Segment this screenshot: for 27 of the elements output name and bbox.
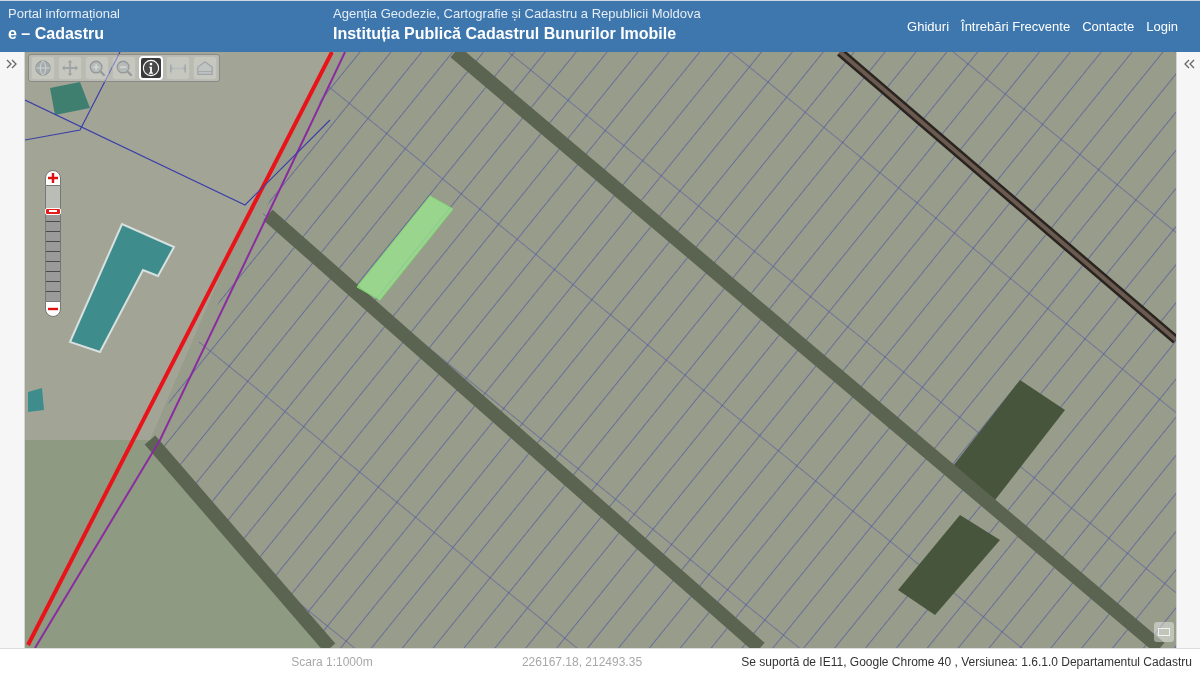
- institution-name: Instituția Publică Cadastrul Bunurilor Imobile: [333, 24, 677, 44]
- building-roof-drawing: [28, 388, 44, 412]
- zoom-out-button[interactable]: [45, 301, 61, 317]
- agency-name: Agenția Geodezie, Cartografie și Cadastru a Republicii Moldova: [333, 6, 701, 22]
- double-chevron-right-icon: [6, 59, 18, 69]
- pan-arrows-icon: [61, 59, 79, 77]
- house-outline-icon: [196, 59, 214, 77]
- portal-label: Portal informațional: [8, 6, 120, 22]
- nav-link[interactable]: Contacte: [1082, 16, 1135, 37]
- portal-name: e – Cadastru: [8, 24, 105, 44]
- info-icon: [142, 59, 160, 77]
- zoom-slider-thumb[interactable]: [45, 207, 61, 215]
- nav-link[interactable]: Întrebări Frecvente: [961, 16, 1071, 37]
- cursor-coordinates: 226167.18, 212493.35: [520, 653, 644, 671]
- globe-icon: [34, 59, 52, 77]
- rectangle-outline-icon: [1158, 628, 1170, 636]
- map-scale: Scara 1:1000m: [290, 653, 374, 671]
- expand-panel-button[interactable]: [5, 58, 19, 70]
- minus-icon: [48, 307, 58, 311]
- zoom-in-button[interactable]: [45, 170, 61, 186]
- magnifier-minus-icon: [115, 59, 133, 77]
- plus-icon: [48, 173, 58, 183]
- nav-link[interactable]: Login: [1146, 16, 1178, 37]
- nav-link[interactable]: Ghiduri: [907, 16, 950, 37]
- double-chevron-left-icon: [1182, 59, 1195, 69]
- browser-support-note: Se suportă de IE11, Google Chrome 40 , Versiunea: 1.6.1.0 Departamentul Cadastru: [741, 653, 1193, 671]
- magnifier-plus-icon: [88, 59, 106, 77]
